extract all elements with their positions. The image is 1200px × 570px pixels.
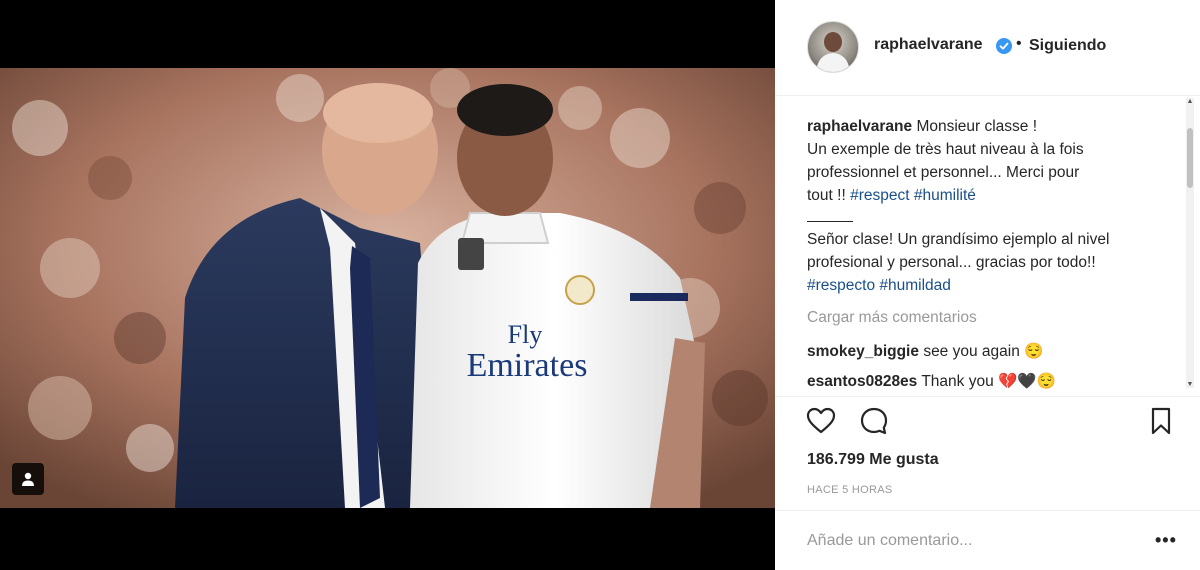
jersey-sponsor-line2: Emirates	[467, 347, 588, 384]
verified-badge-icon	[996, 38, 1012, 54]
comments-scrollbar[interactable]: ▲ ▼	[1186, 98, 1194, 388]
post-media: Fly Emirates	[0, 0, 775, 570]
photo-illustration: Fly Emirates	[0, 68, 775, 508]
add-comment-input[interactable]	[807, 532, 1137, 550]
comment-username-link[interactable]: smokey_biggie	[807, 343, 919, 360]
post-header: raphaelvarane • Siguiendo	[775, 0, 1200, 96]
user-tag-icon[interactable]	[12, 463, 44, 495]
avatar[interactable]	[807, 21, 859, 73]
jersey-sponsor-line1: Fly	[508, 320, 543, 349]
caption-line-2: Un exemple de très haut niveau à la fois	[807, 141, 1084, 158]
caption-line-4: tout !!	[807, 187, 846, 204]
caption-line-1: Monsieur classe !	[916, 118, 1038, 135]
following-button[interactable]: Siguiendo	[1029, 37, 1106, 55]
comment-text: Thank you 💔🖤😌	[921, 373, 1056, 390]
comment-icon[interactable]	[858, 405, 890, 437]
likes-count[interactable]: 186.799 Me gusta	[807, 451, 939, 469]
scroll-thumb[interactable]	[1187, 128, 1193, 188]
load-more-comments-link[interactable]: Cargar más comentarios	[807, 309, 977, 327]
hashtag-link[interactable]: #respecto	[807, 277, 875, 294]
heart-icon[interactable]	[805, 405, 837, 437]
comment: esantos0828es Thank you 💔🖤😌	[807, 372, 1056, 391]
post-details-panel: raphaelvarane • Siguiendo raphaelvarane …	[775, 0, 1200, 570]
comment-text: see you again 😌	[923, 343, 1044, 360]
caption-username-link[interactable]: raphaelvarane	[807, 118, 912, 135]
comment-box-divider	[775, 510, 1200, 511]
post-timestamp: HACE 5 HORAS	[807, 484, 893, 496]
hashtag-link[interactable]: #respect	[850, 187, 909, 204]
comment-username-link[interactable]: esantos0828es	[807, 373, 917, 390]
caption-es-line-2: profesional y personal... gracias por to…	[807, 254, 1096, 271]
header-username-link[interactable]: raphaelvarane	[874, 36, 983, 54]
caption-es-line-1: Señor clase! Un grandísimo ejemplo al ni…	[807, 231, 1110, 248]
caption-line-3: professionnel et personnel... Merci pour	[807, 164, 1080, 181]
caption-divider	[807, 211, 853, 222]
header-separator: •	[1016, 35, 1022, 52]
caption-french: raphaelvarane Monsieur classe ! Un exemp…	[807, 115, 1177, 207]
hashtag-link[interactable]: #humilité	[914, 187, 976, 204]
bookmark-icon[interactable]	[1145, 405, 1177, 437]
post-photo[interactable]: Fly Emirates	[0, 68, 775, 508]
comment: smokey_biggie see you again 😌	[807, 342, 1043, 361]
actions-divider	[775, 396, 1200, 397]
scroll-down-icon[interactable]: ▼	[1186, 381, 1194, 388]
hashtag-link[interactable]: #humildad	[879, 277, 951, 294]
caption: raphaelvarane Monsieur classe ! Un exemp…	[807, 115, 1177, 297]
more-options-icon[interactable]: •••	[1155, 530, 1177, 551]
scroll-up-icon[interactable]: ▲	[1186, 98, 1194, 105]
caption-spanish: Señor clase! Un grandísimo ejemplo al ni…	[807, 228, 1177, 297]
